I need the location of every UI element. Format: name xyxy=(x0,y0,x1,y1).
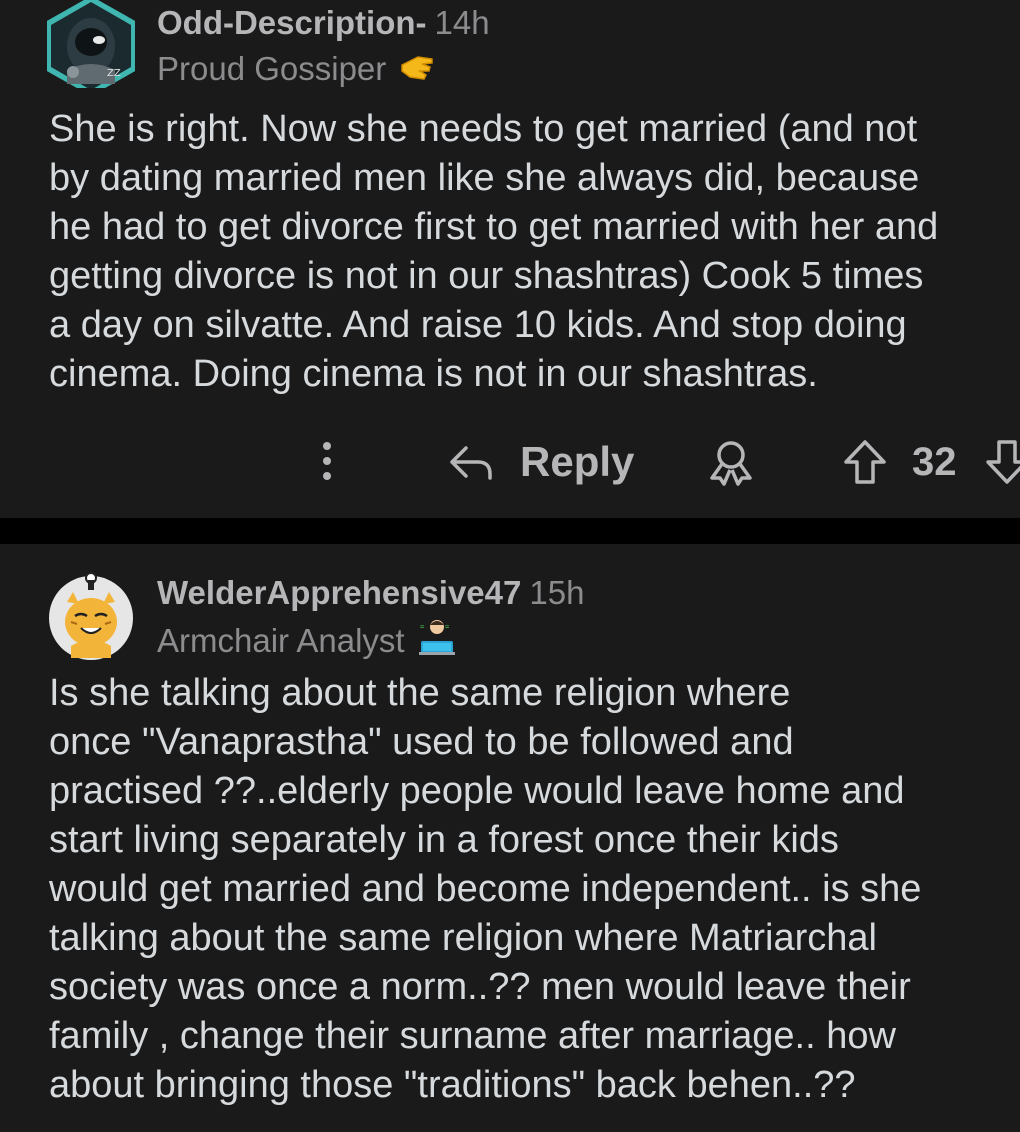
comment-card: ZZ Odd-Description- 14h Proud Gossiper Sh… xyxy=(0,0,1020,518)
comment-line: She is right. Now she needs to get marri… xyxy=(49,108,918,150)
award-icon[interactable] xyxy=(706,438,756,491)
reply-icon xyxy=(450,446,492,480)
username[interactable]: WelderApprehensive47 xyxy=(157,574,521,611)
vote-score: 32 xyxy=(912,440,957,484)
upvote-icon[interactable] xyxy=(842,438,888,491)
comment-line: society was once a norm..?? men would le… xyxy=(49,966,911,1008)
reply-label: Reply xyxy=(520,438,635,485)
comment-line: family , change their surname after marr… xyxy=(49,1015,896,1057)
downvote-icon[interactable] xyxy=(984,438,1020,491)
svg-text:=: = xyxy=(420,623,424,631)
comment-line: would get married and become independent… xyxy=(49,868,922,910)
reply-button[interactable]: Reply xyxy=(448,432,634,492)
comment-body: She is right. Now she needs to get marri… xyxy=(49,105,1020,399)
username[interactable]: Odd-Description- xyxy=(157,4,427,41)
pointing-hand-icon xyxy=(398,47,434,91)
comment-action-bar: Reply 32 xyxy=(0,432,1020,492)
comment-header: Odd-Description- 14h xyxy=(157,4,490,42)
comment-card: WelderApprehensive47 15h Armchair Analyst… xyxy=(0,544,1020,1132)
user-avatar[interactable]: ZZ xyxy=(45,0,137,96)
user-avatar[interactable] xyxy=(47,572,135,660)
technologist-icon: = = xyxy=(417,617,457,665)
comment-line: by dating married men like she always di… xyxy=(49,157,920,199)
comment-line: he had to get divorce first to get marri… xyxy=(49,206,939,248)
comment-line: getting divorce is not in our shashtras)… xyxy=(49,255,924,297)
comment-age: 15h xyxy=(529,574,585,611)
comment-line: talking about the same religion where Ma… xyxy=(49,917,877,959)
flair-text: Proud Gossiper xyxy=(157,50,387,87)
comment-line: Is she talking about the same religion w… xyxy=(49,672,791,714)
comment-age: 14h xyxy=(434,4,490,41)
more-options-icon[interactable] xyxy=(312,436,342,486)
flair-text: Armchair Analyst xyxy=(157,622,405,659)
user-flair: Proud Gossiper xyxy=(157,47,434,91)
comment-line: about bringing those "traditions" back b… xyxy=(49,1064,856,1106)
comment-line: practised ??..elderly people would leave… xyxy=(49,770,905,812)
comment-line: once "Vanaprastha" used to be followed a… xyxy=(49,721,794,763)
svg-text:=: = xyxy=(445,623,449,631)
user-flair: Armchair Analyst = = xyxy=(157,617,457,665)
avatar-image xyxy=(49,572,133,660)
comment-line: start living separately in a forest once… xyxy=(49,819,839,861)
comment-line: cinema. Doing cinema is not in our shash… xyxy=(49,353,818,395)
comment-body: Is she talking about the same religion w… xyxy=(49,669,1020,1110)
comment-header: WelderApprehensive47 15h xyxy=(157,574,584,612)
avatar-image: ZZ xyxy=(45,0,137,96)
comment-line: a day on silvatte. And raise 10 kids. An… xyxy=(49,304,907,346)
svg-text:ZZ: ZZ xyxy=(107,68,121,79)
